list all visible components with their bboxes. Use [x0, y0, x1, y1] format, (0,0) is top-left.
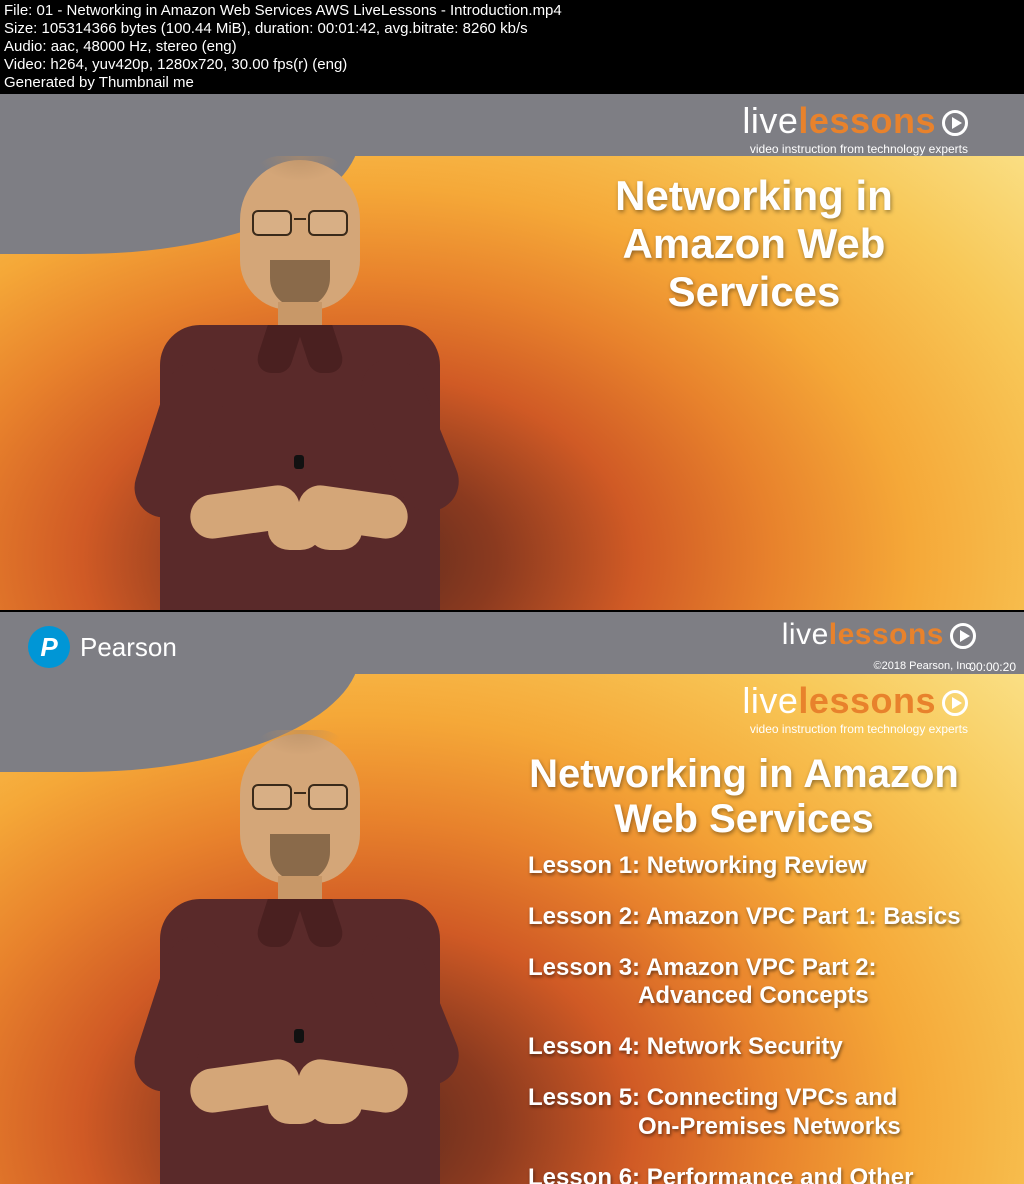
- lesson-item: Lesson 6: Performance and Other Notes: [524, 1164, 984, 1184]
- timestamp: 00:00:20: [969, 660, 1016, 674]
- lesson-item: Lesson 5: Connecting VPCs andOn-Premises…: [524, 1084, 984, 1142]
- brand-tagline: video instruction from technology expert…: [742, 142, 968, 156]
- lesson-item: Lesson 3: Amazon VPC Part 2:Advanced Con…: [524, 954, 984, 1012]
- presenter-photo: [60, 704, 460, 1184]
- brand-tagline: video instruction from technology expert…: [742, 722, 968, 736]
- livelessons-brand-small: livelessons: [782, 618, 976, 652]
- copyright-text: ©2018 Pearson, Inc.: [874, 660, 974, 672]
- play-icon: [942, 690, 968, 716]
- presenter-photo: [60, 130, 460, 610]
- generated-line: Generated by Thumbnail me: [4, 74, 1020, 92]
- play-icon: [942, 110, 968, 136]
- file-line: File: 01 - Networking in Amazon Web Serv…: [4, 2, 1020, 20]
- livelessons-brand: livelessons video instruction from techn…: [742, 680, 968, 736]
- play-icon: [950, 623, 976, 649]
- lesson-list: Lesson 1: Networking Review Lesson 2: Am…: [524, 852, 984, 1184]
- pearson-text: Pearson: [80, 632, 177, 663]
- thumbnail-frame-1: livelessons video instruction from techn…: [0, 94, 1024, 610]
- thumbnail-frame-2: P Pearson livelessons ©2018 Pearson, Inc…: [0, 612, 1024, 1184]
- course-title: Networking in Amazon Web Services: [544, 172, 964, 316]
- lesson-item: Lesson 1: Networking Review: [524, 852, 984, 881]
- pearson-icon: P: [28, 626, 70, 668]
- pearson-logo: P Pearson: [28, 626, 177, 668]
- course-title: Networking in Amazon Web Services: [524, 752, 964, 842]
- lesson-item: Lesson 4: Network Security: [524, 1033, 984, 1062]
- video-line: Video: h264, yuv420p, 1280x720, 30.00 fp…: [4, 56, 1020, 74]
- file-info: File: 01 - Networking in Amazon Web Serv…: [0, 0, 1024, 94]
- livelessons-brand: livelessons video instruction from techn…: [742, 100, 968, 156]
- lesson-item: Lesson 2: Amazon VPC Part 1: Basics: [524, 903, 984, 932]
- audio-line: Audio: aac, 48000 Hz, stereo (eng): [4, 38, 1020, 56]
- size-line: Size: 105314366 bytes (100.44 MiB), dura…: [4, 20, 1020, 38]
